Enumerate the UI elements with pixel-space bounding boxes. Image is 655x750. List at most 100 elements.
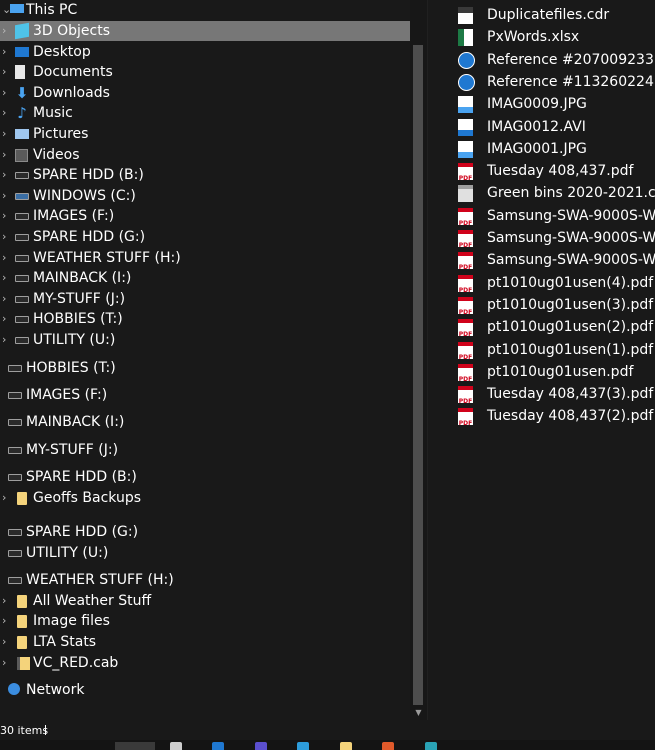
- nav-drive-hobbies-t[interactable]: HOBBIES (T:): [0, 358, 410, 378]
- file-item[interactable]: PDF pt1010ug01usen(3).pdf: [428, 294, 655, 316]
- pdf-file-icon: PDF: [458, 319, 473, 337]
- nav-drive-utility-u[interactable]: UTILITY (U:): [0, 543, 410, 563]
- taskbar-app-icon[interactable]: [382, 742, 394, 750]
- nav-drive-images-f[interactable]: IMAGES (F:): [0, 385, 410, 405]
- taskbar-folder-icon[interactable]: [340, 742, 352, 750]
- drive-icon: [15, 316, 29, 324]
- nav-item-my-stuff-j[interactable]: › MY-STUFF (J:): [0, 289, 410, 309]
- file-name: Reference #113260224: [487, 73, 654, 90]
- chevron-right-icon[interactable]: ›: [2, 248, 12, 268]
- nav-scrollbar[interactable]: ▼: [410, 0, 427, 720]
- chevron-right-icon[interactable]: ›: [2, 330, 12, 350]
- file-item[interactable]: IMAG0009.JPG: [428, 93, 655, 115]
- file-list[interactable]: Duplicatefiles.cdr PxWords.xlsx Reference …: [428, 0, 655, 720]
- file-item[interactable]: Reference #207009233: [428, 49, 655, 71]
- nav-drive-my-stuff-j[interactable]: MY-STUFF (J:): [0, 440, 410, 460]
- file-item[interactable]: PDF Tuesday 408,437(3).pdf: [428, 383, 655, 405]
- nav-item-image-files[interactable]: › Image files: [0, 611, 410, 631]
- document-file-icon: [458, 185, 473, 203]
- nav-item-spare-hdd-b[interactable]: › SPARE HDD (B:): [0, 165, 410, 185]
- chevron-right-icon[interactable]: ›: [2, 124, 12, 144]
- nav-item-mainback-i[interactable]: › MAINBACK (I:): [0, 268, 410, 288]
- file-item[interactable]: Reference #113260224: [428, 71, 655, 93]
- chevron-right-icon[interactable]: ›: [2, 21, 12, 41]
- file-item[interactable]: PDF Tuesday 408,437.pdf: [428, 160, 655, 182]
- nav-drive-weather-stuff-h[interactable]: WEATHER STUFF (H:): [0, 570, 410, 590]
- nav-drive-spare-hdd-g[interactable]: SPARE HDD (G:): [0, 522, 410, 542]
- file-item[interactable]: IMAG0012.AVI: [428, 116, 655, 138]
- taskbar-app-icon[interactable]: [297, 742, 309, 750]
- nav-item-videos[interactable]: › Videos: [0, 145, 410, 165]
- nav-item-downloads[interactable]: › ⬇ Downloads: [0, 83, 410, 103]
- nav-item-pictures[interactable]: › Pictures: [0, 124, 410, 144]
- pdf-file-icon: PDF: [458, 296, 473, 314]
- nav-item-3d-objects[interactable]: › 3D Objects: [0, 21, 410, 41]
- nav-this-pc[interactable]: ⌄ This PC: [0, 0, 410, 20]
- file-item[interactable]: Duplicatefiles.cdr: [428, 4, 655, 26]
- file-item[interactable]: Green bins 2020-2021.co: [428, 182, 655, 204]
- chevron-right-icon[interactable]: ›: [2, 83, 12, 103]
- taskbar-app-icon[interactable]: [425, 742, 437, 750]
- chevron-right-icon[interactable]: ›: [2, 289, 12, 309]
- file-item[interactable]: PDF Tuesday 408,437(2).pdf: [428, 405, 655, 427]
- file-name: pt1010ug01usen(3).pdf: [487, 296, 654, 313]
- nav-drive-spare-hdd-b[interactable]: SPARE HDD (B:): [0, 467, 410, 487]
- chevron-right-icon[interactable]: ›: [2, 145, 12, 165]
- nav-item-weather-stuff-h[interactable]: › WEATHER STUFF (H:): [0, 248, 410, 268]
- chevron-right-icon[interactable]: ›: [2, 653, 12, 673]
- reference-file-icon: [458, 73, 475, 91]
- chevron-right-icon[interactable]: ›: [2, 227, 12, 247]
- file-item[interactable]: PDF pt1010ug01usen(1).pdf: [428, 339, 655, 361]
- chevron-right-icon[interactable]: ›: [2, 268, 12, 288]
- nav-drive-mainback-i[interactable]: MAINBACK (I:): [0, 412, 410, 432]
- taskbar-active-app[interactable]: [115, 742, 155, 750]
- nav-label: VC_RED.cab: [33, 655, 119, 671]
- drive-icon: [8, 447, 22, 454]
- chevron-right-icon[interactable]: ›: [2, 165, 12, 185]
- taskbar-search-icon[interactable]: [170, 742, 182, 750]
- chevron-right-icon[interactable]: ›: [2, 206, 12, 226]
- nav-item-desktop[interactable]: › Desktop: [0, 42, 410, 62]
- drive-icon: [8, 419, 22, 426]
- chevron-right-icon[interactable]: ›: [2, 186, 12, 206]
- file-item[interactable]: PDF Samsung-SWA-9000S-W: [428, 227, 655, 249]
- chevron-right-icon[interactable]: ›: [2, 488, 12, 508]
- nav-item-images-f[interactable]: › IMAGES (F:): [0, 206, 410, 226]
- file-item[interactable]: PxWords.xlsx: [428, 26, 655, 48]
- file-item[interactable]: PDF pt1010ug01usen.pdf: [428, 361, 655, 383]
- drive-icon: [15, 275, 29, 283]
- network-icon: [8, 683, 20, 695]
- chevron-right-icon[interactable]: ›: [2, 309, 12, 329]
- chevron-right-icon[interactable]: ›: [2, 42, 12, 62]
- navigation-pane[interactable]: ⌄ This PC › 3D Objects › Desktop › Documents ›…: [0, 0, 410, 720]
- nav-item-lta-stats[interactable]: › LTA Stats: [0, 632, 410, 652]
- file-item[interactable]: PDF Samsung-SWA-9000S-W: [428, 205, 655, 227]
- nav-item-utility-u[interactable]: › UTILITY (U:): [0, 330, 410, 350]
- file-name: PxWords.xlsx: [487, 29, 580, 46]
- nav-network[interactable]: Network: [0, 680, 410, 700]
- nav-item-vc-red-cab[interactable]: › VC_RED.cab: [0, 653, 410, 673]
- taskbar-app-icon[interactable]: [212, 742, 224, 750]
- nav-item-geoffs-backups[interactable]: › Geoffs Backups: [0, 488, 410, 508]
- scroll-thumb[interactable]: [413, 45, 423, 705]
- chevron-right-icon[interactable]: ›: [2, 611, 12, 631]
- nav-label: All Weather Stuff: [33, 593, 152, 609]
- file-item[interactable]: PDF Samsung-SWA-9000S-W: [428, 249, 655, 271]
- nav-item-windows-c[interactable]: › WINDOWS (C:): [0, 186, 410, 206]
- scroll-down-arrow-icon[interactable]: ▼: [413, 707, 424, 718]
- chevron-right-icon[interactable]: ›: [2, 62, 12, 82]
- chevron-right-icon[interactable]: ›: [2, 103, 12, 123]
- nav-label: SPARE HDD (B:): [33, 167, 144, 184]
- nav-item-spare-hdd-g[interactable]: › SPARE HDD (G:): [0, 227, 410, 247]
- nav-item-all-weather-stuff[interactable]: › All Weather Stuff: [0, 591, 410, 611]
- chevron-right-icon[interactable]: ›: [2, 591, 12, 611]
- file-item[interactable]: IMAG0001.JPG: [428, 138, 655, 160]
- taskbar-app-icon[interactable]: [255, 742, 267, 750]
- pdf-file-icon: PDF: [458, 341, 473, 359]
- nav-item-music[interactable]: › ♪ Music: [0, 103, 410, 123]
- nav-item-documents[interactable]: › Documents: [0, 62, 410, 82]
- file-item[interactable]: PDF pt1010ug01usen(4).pdf: [428, 272, 655, 294]
- nav-item-hobbies-t[interactable]: › HOBBIES (T:): [0, 309, 410, 329]
- chevron-right-icon[interactable]: ›: [2, 632, 12, 652]
- file-item[interactable]: PDF pt1010ug01usen(2).pdf: [428, 316, 655, 338]
